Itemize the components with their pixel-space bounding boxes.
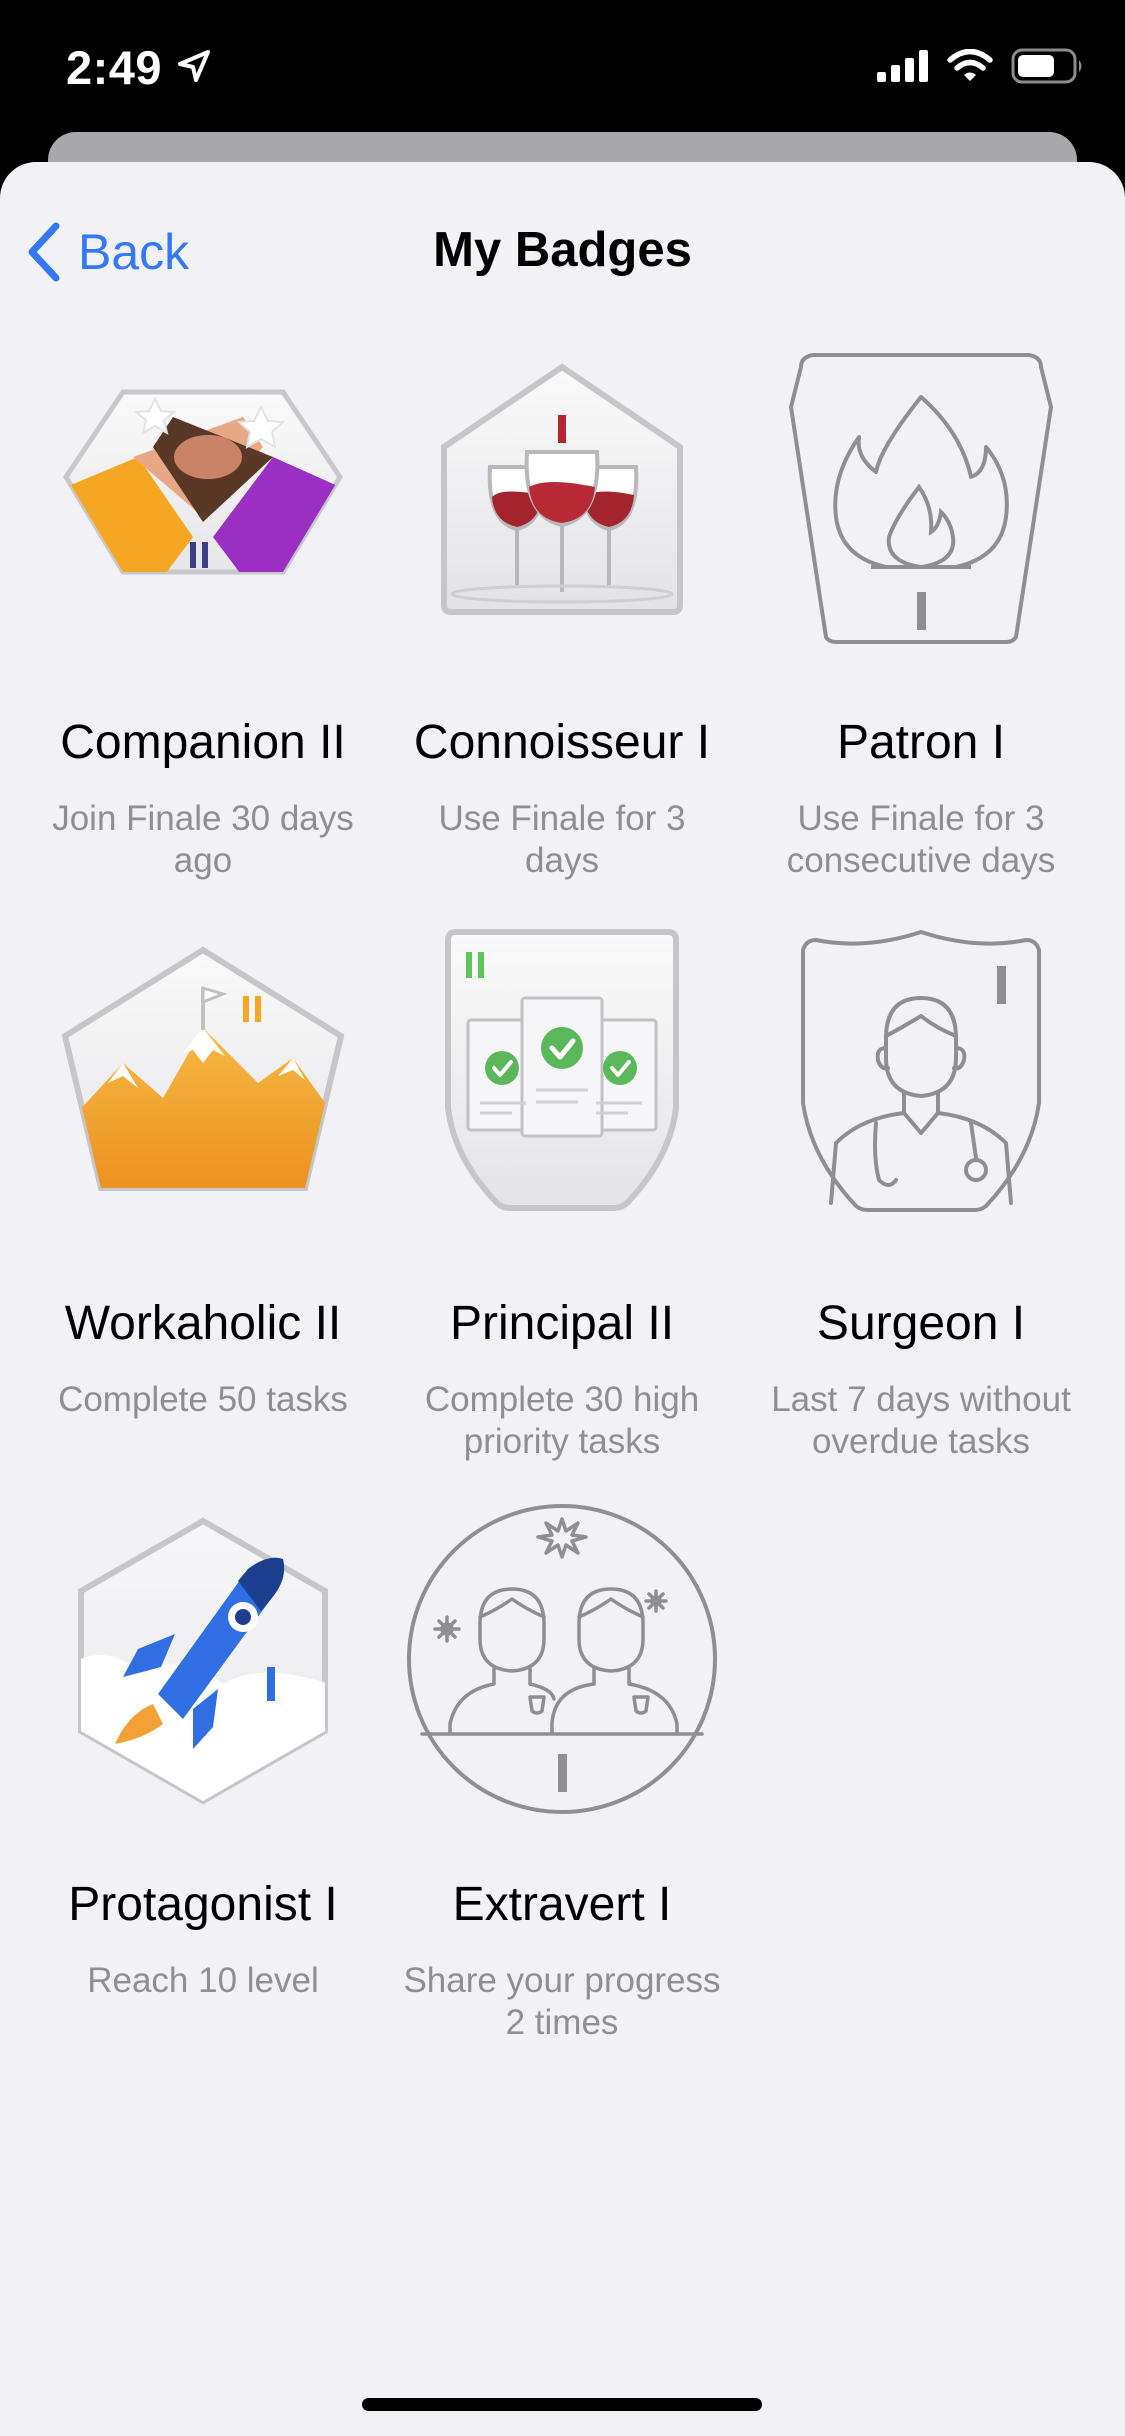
badge-description: Complete 30 high priority tasks <box>424 1379 700 1462</box>
page-title: My Badges <box>433 223 692 277</box>
navigation-bar: Back My Badges <box>0 162 1125 332</box>
two-people-badge-icon <box>407 1504 717 1814</box>
location-arrow-icon <box>178 50 210 82</box>
badge-name: Extravert I <box>452 1878 672 1931</box>
badge-extravert[interactable]: Extravert I Share your progress 2 times <box>382 1499 742 2045</box>
badge-name: Protagonist I <box>68 1878 338 1931</box>
badge-description: Use Finale for 3 consecutive days <box>786 798 1056 881</box>
status-time: 2:49 <box>66 41 163 94</box>
badge-workaholic[interactable]: Workaholic II Complete 50 tasks <box>23 918 383 1421</box>
badge-description: Use Finale for 3 days <box>438 798 686 881</box>
badge-principal[interactable]: Principal II Complete 30 high priority t… <box>382 918 742 1464</box>
handshake-badge-icon <box>63 389 343 575</box>
mountain-flag-badge-icon <box>61 946 345 1191</box>
badge-name: Principal II <box>449 1297 675 1350</box>
badge-description: Last 7 days without overdue tasks <box>771 1379 1071 1462</box>
wifi-icon <box>947 49 993 81</box>
checked-documents-badge-icon <box>445 929 679 1211</box>
badge-surgeon[interactable]: Surgeon I Last 7 days without overdue ta… <box>741 918 1101 1464</box>
status-bar: 2:49 <box>0 0 1125 135</box>
badge-description: Reach 10 level <box>87 1960 319 2000</box>
badges-sheet: Back My Badges Companion II Join Finale … <box>0 162 1125 2436</box>
doctor-badge-icon <box>801 929 1041 1212</box>
badge-description: Share your progress 2 times <box>403 1960 721 2043</box>
badge-name: Patron I <box>836 716 1006 769</box>
badge-name: Connoisseur I <box>413 716 711 769</box>
battery-icon <box>1011 48 1082 84</box>
badge-name: Workaholic II <box>64 1297 342 1350</box>
badge-protagonist[interactable]: Protagonist I Reach 10 level <box>23 1499 383 2002</box>
badge-connoisseur[interactable]: Connoisseur I Use Finale for 3 days <box>382 337 742 883</box>
badge-name: Surgeon I <box>816 1297 1026 1350</box>
badge-name: Companion II <box>60 716 346 769</box>
flame-badge-icon <box>788 353 1054 644</box>
badge-description: Complete 50 tasks <box>58 1379 348 1419</box>
cellular-signal-icon <box>877 50 928 82</box>
home-indicator[interactable] <box>362 2398 762 2411</box>
wine-glasses-badge-icon <box>441 363 683 615</box>
badge-patron[interactable]: Patron I Use Finale for 3 consecutive da… <box>741 337 1101 883</box>
badge-description: Join Finale 30 days ago <box>52 798 354 881</box>
badge-companion[interactable]: Companion II Join Finale 30 days ago <box>23 337 383 883</box>
rocket-badge-icon <box>78 1517 328 1805</box>
